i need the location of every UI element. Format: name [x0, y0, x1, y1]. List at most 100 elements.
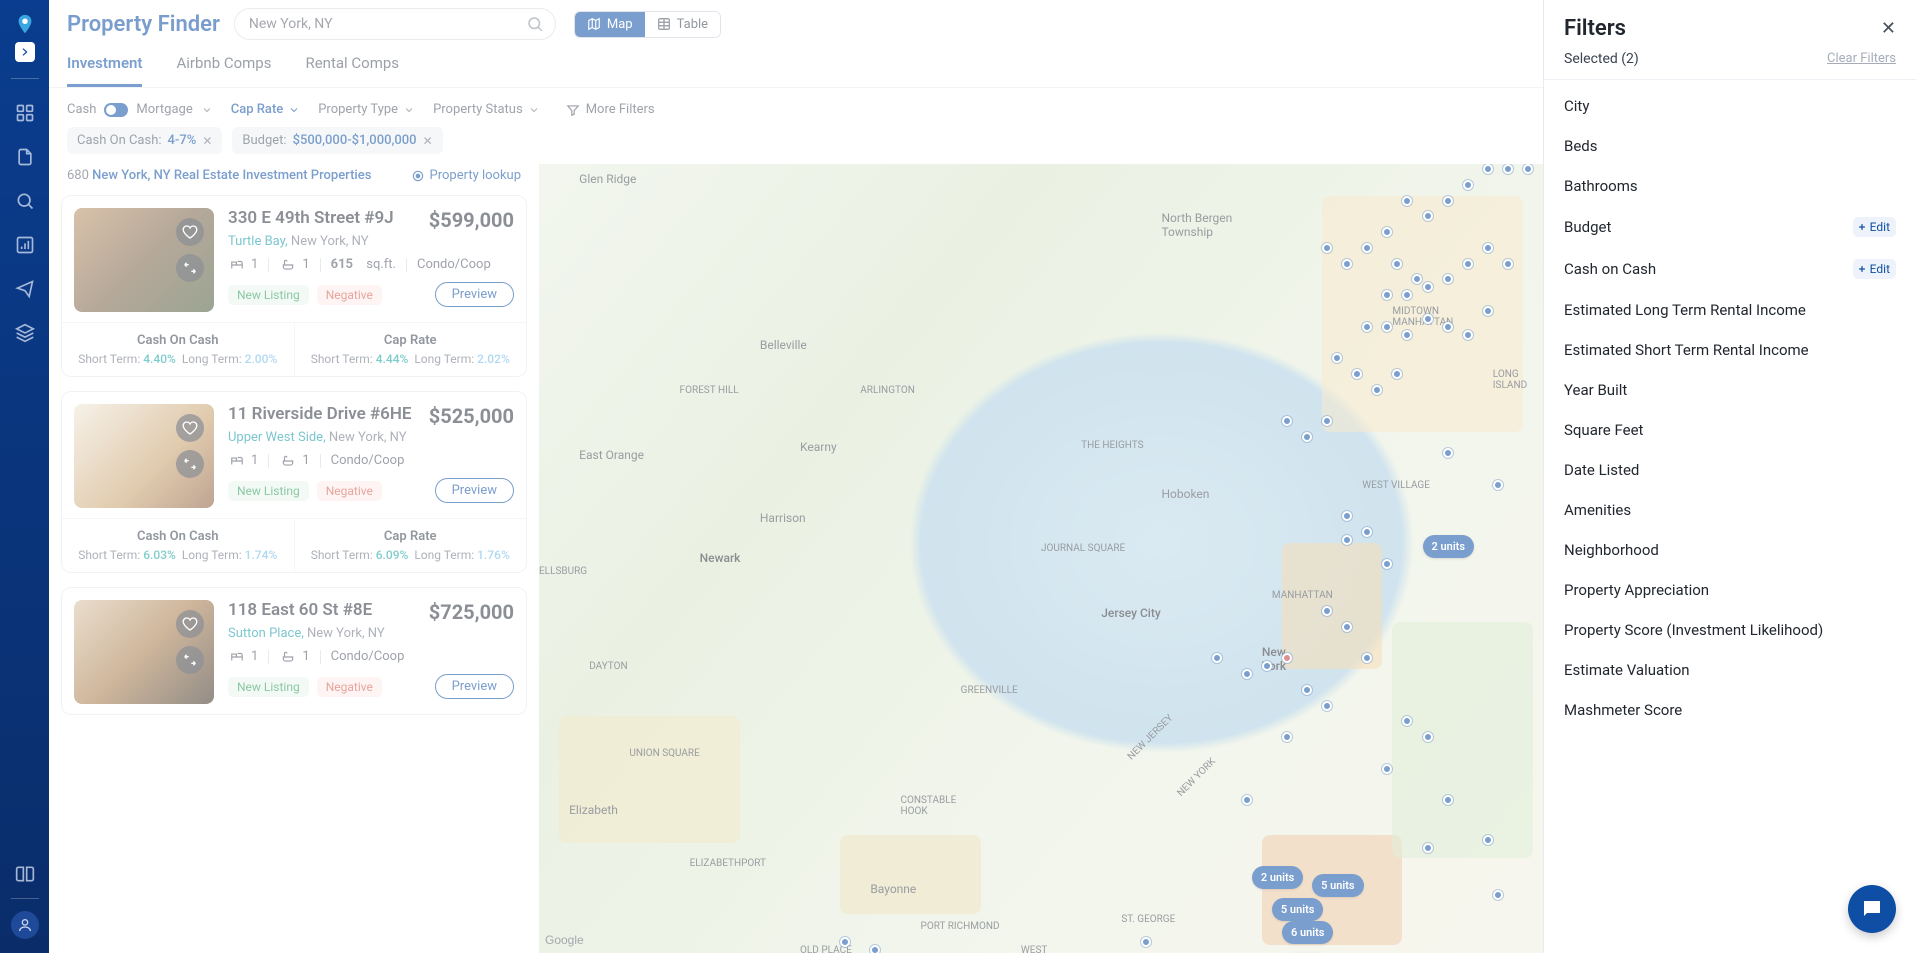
compare-button[interactable] — [176, 450, 204, 478]
map-pin[interactable] — [1463, 180, 1473, 190]
map[interactable]: Glen RidgeFOREST HILLBellevilleNorth Ber… — [539, 164, 1543, 953]
map-pin[interactable] — [1423, 314, 1433, 324]
map-pin[interactable] — [1503, 259, 1513, 269]
nav-search-icon[interactable] — [13, 189, 37, 213]
map-pin[interactable] — [1503, 164, 1513, 174]
filter-item[interactable]: Cash on CashEdit — [1544, 248, 1916, 290]
nav-learn-icon[interactable] — [13, 862, 37, 886]
map-pin[interactable] — [1523, 164, 1533, 174]
map-pin[interactable] — [1483, 164, 1493, 174]
filter-item[interactable]: City — [1544, 86, 1916, 126]
filter-item[interactable]: Bathrooms — [1544, 166, 1916, 206]
map-pin[interactable] — [1242, 669, 1252, 679]
nav-analytics-icon[interactable] — [13, 233, 37, 257]
filter-item[interactable]: Estimated Short Term Rental Income — [1544, 330, 1916, 370]
map-cluster-bubble[interactable]: 6 units — [1282, 921, 1334, 944]
listing-image[interactable] — [74, 600, 214, 704]
map-pin[interactable] — [1302, 685, 1312, 695]
filter-item[interactable]: Neighborhood — [1544, 530, 1916, 570]
nav-campaigns-icon[interactable] — [13, 277, 37, 301]
listing-scroll[interactable]: 330 E 49th Street #9J $599,000 Turtle Ba… — [49, 191, 539, 953]
listing-address[interactable]: 330 E 49th Street #9J — [228, 208, 394, 228]
filter-item[interactable]: Beds — [1544, 126, 1916, 166]
preview-button[interactable]: Preview — [435, 282, 514, 307]
cap-rate-dropdown[interactable]: Cap Rate — [231, 102, 301, 117]
listing-image[interactable] — [74, 208, 214, 312]
listing-neighborhood[interactable]: Turtle Bay, — [228, 234, 288, 249]
map-pin[interactable] — [1212, 653, 1222, 663]
compare-button[interactable] — [176, 254, 204, 282]
favorite-button[interactable] — [176, 610, 204, 638]
map-pin[interactable] — [1342, 259, 1352, 269]
preview-button[interactable]: Preview — [435, 478, 514, 503]
map-cluster-bubble[interactable]: 5 units — [1312, 874, 1364, 897]
map-pin[interactable] — [1443, 795, 1453, 805]
map-pin[interactable] — [1423, 732, 1433, 742]
sidebar-expand-button[interactable] — [15, 42, 35, 62]
map-pin[interactable] — [1322, 243, 1332, 253]
listing-neighborhood[interactable]: Sutton Place, — [228, 626, 304, 641]
filter-item[interactable]: BudgetEdit — [1544, 206, 1916, 248]
chip-remove-icon[interactable]: ✕ — [202, 134, 212, 148]
map-cluster-bubble[interactable]: 2 units — [1423, 535, 1475, 558]
map-pin[interactable] — [1443, 196, 1453, 206]
map-pin[interactable] — [1402, 196, 1412, 206]
map-pin[interactable] — [1342, 535, 1352, 545]
search-icon[interactable] — [526, 15, 544, 33]
filter-item[interactable]: Property Score (Investment Likelihood) — [1544, 610, 1916, 650]
tab-airbnb-comps[interactable]: Airbnb Comps — [176, 54, 271, 87]
map-cluster-bubble[interactable]: 2 units — [1252, 866, 1304, 889]
map-pin[interactable] — [1483, 835, 1493, 845]
filter-edit-button[interactable]: Edit — [1853, 259, 1896, 279]
view-map-button[interactable]: Map — [575, 12, 645, 37]
map-pin[interactable] — [1483, 243, 1493, 253]
nav-layers-icon[interactable] — [13, 321, 37, 345]
property-lookup-button[interactable]: Property lookup — [411, 168, 521, 183]
filter-edit-button[interactable]: Edit — [1853, 217, 1896, 237]
map-pin[interactable] — [1463, 259, 1473, 269]
listing-address[interactable]: 118 East 60 St #8E — [228, 600, 372, 620]
compare-button[interactable] — [176, 646, 204, 674]
favorite-button[interactable] — [176, 218, 204, 246]
map-pin[interactable] — [1443, 448, 1453, 458]
map-pin[interactable] — [1423, 843, 1433, 853]
map-pin[interactable] — [1463, 330, 1473, 340]
tab-rental-comps[interactable]: Rental Comps — [305, 54, 399, 87]
filter-item[interactable]: Estimated Long Term Rental Income — [1544, 290, 1916, 330]
map-pin[interactable] — [1493, 890, 1503, 900]
map-pin[interactable] — [1322, 606, 1332, 616]
map-pin[interactable] — [1282, 732, 1292, 742]
clear-filters-button[interactable]: Clear Filters — [1827, 51, 1896, 67]
tab-investment[interactable]: Investment — [67, 54, 142, 87]
nav-reports-icon[interactable] — [13, 145, 37, 169]
nav-dashboard-icon[interactable] — [13, 101, 37, 125]
chat-fab[interactable] — [1848, 885, 1896, 933]
map-pin[interactable] — [1423, 282, 1433, 292]
finance-toggle-switch[interactable] — [104, 103, 128, 117]
close-icon[interactable]: ✕ — [1881, 18, 1896, 39]
map-pin[interactable] — [870, 945, 880, 953]
results-link[interactable]: New York, NY Real Estate Investment Prop… — [92, 168, 371, 183]
filter-item[interactable]: Date Listed — [1544, 450, 1916, 490]
view-table-button[interactable]: Table — [645, 12, 720, 37]
filter-item[interactable]: Mashmeter Score — [1544, 690, 1916, 730]
chip-remove-icon[interactable]: ✕ — [423, 134, 433, 148]
map-pin[interactable] — [1483, 306, 1493, 316]
map-pin[interactable] — [1443, 322, 1453, 332]
more-filters-button[interactable]: More Filters — [566, 102, 655, 117]
filter-item[interactable]: Year Built — [1544, 370, 1916, 410]
property-type-dropdown[interactable]: Property Type — [318, 102, 415, 117]
search-input[interactable] — [234, 8, 556, 40]
filter-item[interactable]: Property Appreciation — [1544, 570, 1916, 610]
user-avatar[interactable] — [11, 911, 39, 939]
map-pin[interactable] — [1242, 795, 1252, 805]
map-cluster-bubble[interactable]: 5 units — [1272, 898, 1324, 921]
map-pin[interactable] — [1382, 764, 1392, 774]
listing-image[interactable] — [74, 404, 214, 508]
listing-neighborhood[interactable]: Upper West Side, — [228, 430, 326, 445]
map-pin[interactable] — [1262, 661, 1272, 671]
map-pin[interactable] — [1342, 622, 1352, 632]
map-pin[interactable] — [1423, 211, 1433, 221]
filter-item[interactable]: Amenities — [1544, 490, 1916, 530]
favorite-button[interactable] — [176, 414, 204, 442]
